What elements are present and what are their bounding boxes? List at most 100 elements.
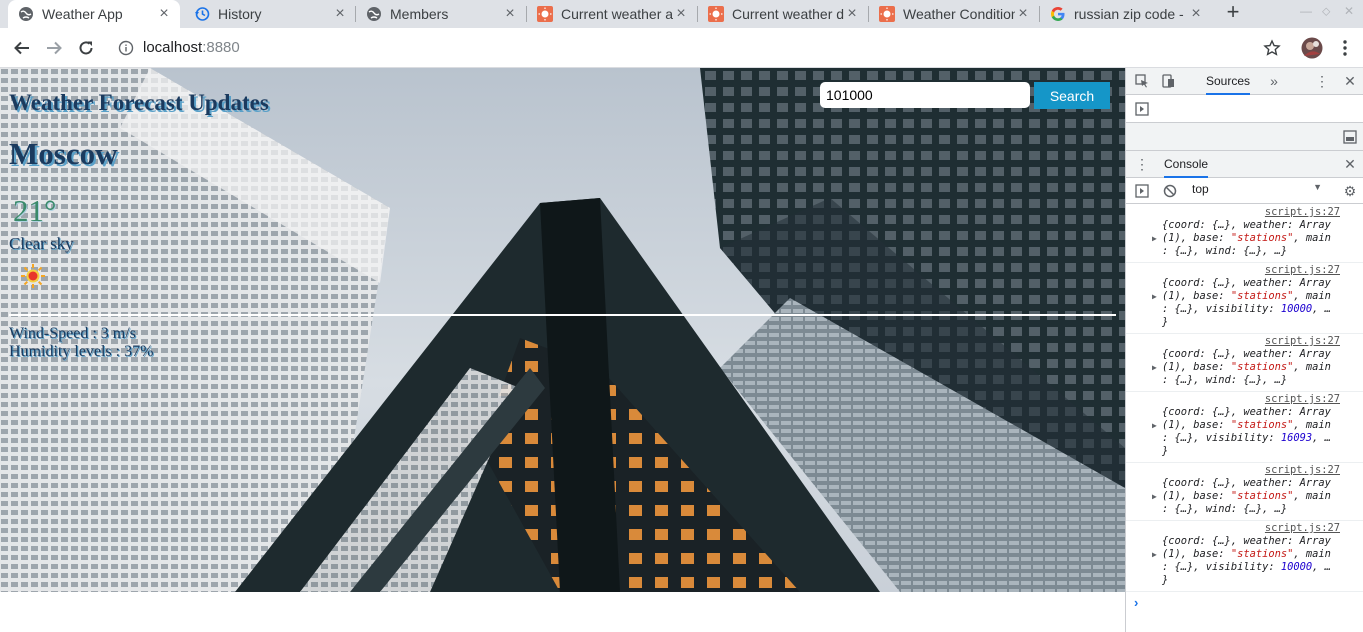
expand-triangle-icon[interactable]: ▶ <box>1152 232 1157 245</box>
more-tabs-icon[interactable]: » <box>1266 73 1282 89</box>
console-prompt[interactable]: › <box>1134 595 1138 610</box>
log-text: , main <box>1293 232 1331 244</box>
console-log-entry[interactable]: script.js:27 {coord: {…}, weather: Array… <box>1126 205 1363 263</box>
log-object: {coord: {…}, weather: Array ▶ (1), base: … <box>1152 535 1362 587</box>
forward-button[interactable] <box>42 36 66 60</box>
devtools-topbar: Sources » ⋮ ✕ <box>1126 68 1363 95</box>
show-navigator-icon[interactable] <box>1134 101 1150 117</box>
log-source-link[interactable]: script.js:27 <box>1265 464 1340 477</box>
back-button[interactable] <box>10 36 34 60</box>
log-text: (1), base: <box>1162 490 1231 502</box>
close-devtools-icon[interactable]: ✕ <box>1342 73 1358 89</box>
tab-title: Current weather ar <box>561 6 673 22</box>
log-object: {coord: {…}, weather: Array ▶ (1), base: … <box>1152 219 1362 258</box>
tab-title: russian zip code - G <box>1074 6 1188 22</box>
globe-icon <box>366 6 382 22</box>
tab-google-search[interactable]: russian zip code - G × <box>1040 0 1212 28</box>
reload-button[interactable] <box>74 36 98 60</box>
console-log-entry[interactable]: script.js:27 {coord: {…}, weather: Array… <box>1126 334 1363 392</box>
close-icon[interactable]: × <box>1188 6 1204 22</box>
sources-toolbar <box>1126 95 1363 123</box>
drawer-menu-icon[interactable]: ⋮ <box>1134 156 1150 172</box>
search-button[interactable]: Search <box>1034 82 1110 109</box>
device-toolbar-icon[interactable] <box>1160 73 1176 89</box>
close-icon[interactable]: × <box>673 6 689 22</box>
tab-weather-conditions[interactable]: Weather Condition × <box>869 0 1039 28</box>
expand-triangle-icon[interactable]: ▶ <box>1152 419 1157 432</box>
browser-menu-icon[interactable] <box>1333 36 1357 60</box>
clear-console-icon[interactable] <box>1162 183 1178 199</box>
close-icon[interactable]: × <box>1015 6 1031 22</box>
minimize-icon[interactable]: — <box>1300 4 1312 18</box>
log-source-link[interactable]: script.js:27 <box>1265 522 1340 535</box>
close-icon[interactable]: × <box>156 6 172 22</box>
url-text: localhost:8880 <box>143 39 240 56</box>
log-text: {coord: {…}, weather: Array <box>1162 348 1331 360</box>
devtools-menu-icon[interactable]: ⋮ <box>1314 73 1330 89</box>
address-bar[interactable]: localhost:8880 <box>110 34 1290 62</box>
close-icon[interactable]: × <box>844 6 860 22</box>
openweather-icon <box>708 6 724 22</box>
globe-icon <box>18 6 34 22</box>
new-tab-button[interactable]: + <box>1222 1 1244 24</box>
log-text: {coord: {…}, weather: Array <box>1162 477 1331 489</box>
tab-weather-app[interactable]: Weather App × <box>8 0 180 28</box>
log-source-link[interactable]: script.js:27 <box>1265 264 1340 277</box>
console-log-entry[interactable]: script.js:27 {coord: {…}, weather: Array… <box>1126 392 1363 463</box>
context-selector[interactable]: top ▼ <box>1192 182 1326 200</box>
maximize-icon[interactable]: ⬦ <box>1322 4 1330 19</box>
log-string: "stations" <box>1230 361 1294 373</box>
log-number: 10000 <box>1280 303 1313 315</box>
google-icon <box>1050 6 1066 22</box>
log-text: } <box>1162 316 1169 328</box>
log-text: (1), base: <box>1162 290 1231 302</box>
log-source-link[interactable]: script.js:27 <box>1265 393 1340 406</box>
console-log-entry[interactable]: script.js:27 {coord: {…}, weather: Array… <box>1126 463 1363 521</box>
tab-title: History <box>218 6 262 22</box>
log-text: : {…}, visibility: <box>1162 561 1281 573</box>
expand-triangle-icon[interactable]: ▶ <box>1152 361 1157 374</box>
tab-current-weather-api[interactable]: Current weather ar × <box>527 0 697 28</box>
divider-line <box>9 314 1116 316</box>
tab-current-weather-data[interactable]: Current weather da × <box>698 0 868 28</box>
url-host: localhost <box>143 39 203 56</box>
log-text: } <box>1162 445 1169 457</box>
inspect-element-icon[interactable] <box>1134 73 1150 89</box>
info-icon[interactable] <box>118 40 134 56</box>
close-drawer-icon[interactable]: ✕ <box>1342 156 1358 172</box>
close-icon[interactable]: × <box>502 6 518 22</box>
close-window-icon[interactable]: ✕ <box>1344 4 1354 18</box>
console-sidebar-icon[interactable] <box>1134 183 1150 199</box>
expand-triangle-icon[interactable]: ▶ <box>1152 548 1157 561</box>
console-log-entry[interactable]: script.js:27 {coord: {…}, weather: Array… <box>1126 521 1363 592</box>
log-source-link[interactable]: script.js:27 <box>1265 335 1340 348</box>
tab-title: Current weather da <box>732 6 844 22</box>
profile-avatar[interactable] <box>1300 36 1324 60</box>
temperature: 21° <box>13 193 57 228</box>
devtools-tab-sources[interactable]: Sources <box>1206 74 1251 95</box>
tab-title: Members <box>390 6 449 22</box>
chevron-down-icon: ▼ <box>1313 182 1322 192</box>
console-log-entry[interactable]: script.js:27 {coord: {…}, weather: Array… <box>1126 263 1363 334</box>
bookmark-star-icon[interactable] <box>1260 36 1284 60</box>
log-string: "stations" <box>1230 419 1294 431</box>
log-text: , main <box>1293 548 1331 560</box>
log-text: : {…}, visibility: <box>1162 432 1281 444</box>
devtools-panel: Sources » ⋮ ✕ ⋮ Console ✕ top ▼ ⚙ script… <box>1125 68 1363 632</box>
log-string: "stations" <box>1230 290 1294 302</box>
log-text: : {…}, wind: {…}, …} <box>1162 374 1288 386</box>
log-text: (1), base: <box>1162 548 1231 560</box>
log-string: "stations" <box>1230 490 1294 502</box>
toggle-drawer-icon[interactable] <box>1342 129 1358 145</box>
console-settings-gear-icon[interactable]: ⚙ <box>1342 183 1358 199</box>
tab-members[interactable]: Members × <box>356 0 526 28</box>
close-icon[interactable]: × <box>332 6 348 22</box>
expand-triangle-icon[interactable]: ▶ <box>1152 290 1157 303</box>
log-text: : {…}, visibility: <box>1162 303 1281 315</box>
tab-history[interactable]: History × <box>184 0 356 28</box>
log-source-link[interactable]: script.js:27 <box>1265 206 1340 219</box>
expand-triangle-icon[interactable]: ▶ <box>1152 490 1157 503</box>
log-text: , main <box>1293 490 1331 502</box>
zip-search-input[interactable] <box>820 82 1030 108</box>
drawer-tab-console[interactable]: Console <box>1164 157 1209 178</box>
